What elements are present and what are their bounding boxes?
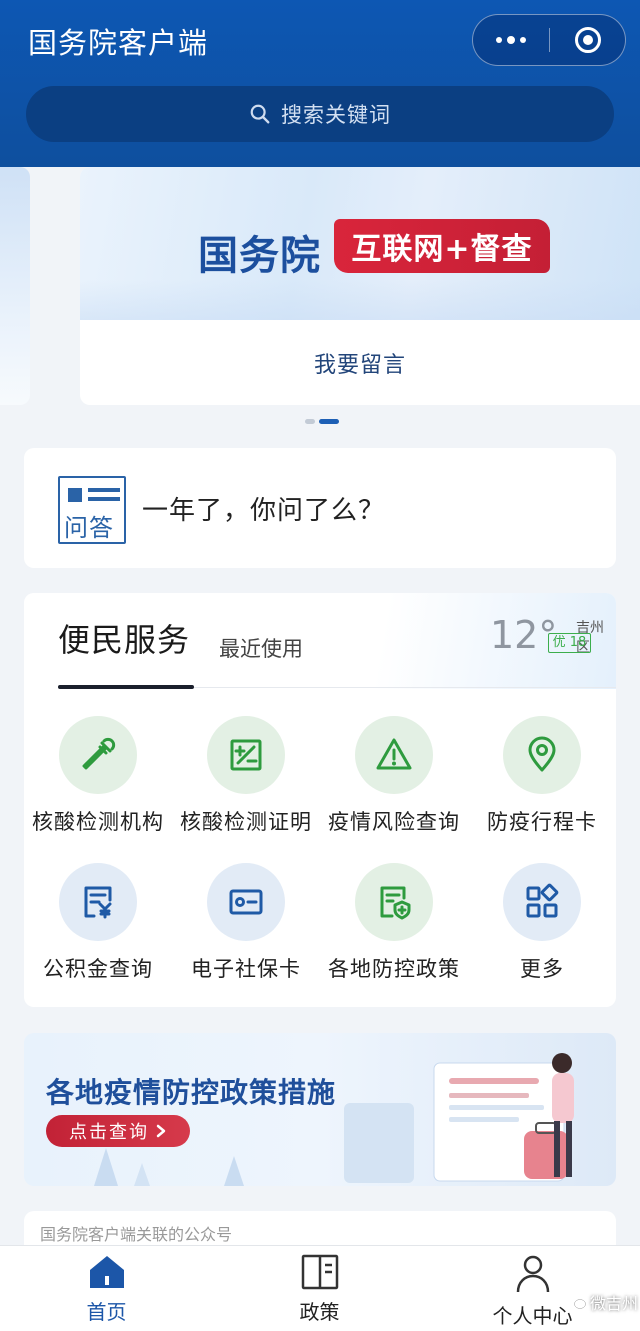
carousel-dot[interactable] [305,419,315,424]
banner-image: 国务院 互联网+督查 [80,167,640,320]
book-icon [301,1254,338,1290]
linked-accounts-title: 国务院客户端关联的公众号 [40,1225,233,1244]
leave-message-link[interactable]: 我要留言 [80,320,640,405]
service-label: 核酸检测机构 [32,810,164,834]
policy-measures-banner[interactable]: 各地疫情防控政策措施 点击查询 [24,1033,616,1186]
query-button[interactable]: 点击查询 [46,1115,190,1147]
carousel-banner-slide[interactable]: 国务院 互联网+督查 我要留言 [80,167,640,405]
watermark: 微吉州 [566,1290,638,1314]
nav-policy[interactable]: 政策 [213,1246,426,1331]
chevron-right-icon [156,1124,166,1138]
service-label: 电子社保卡 [191,957,301,981]
warning-icon [355,716,433,794]
search-placeholder: 搜索关键词 [281,103,391,127]
banner-illustration [344,1053,574,1183]
service-label: 疫情风险查询 [328,810,460,834]
qa-icon: 问答 [58,476,126,544]
service-label: 各地防控政策 [328,957,460,981]
grid-more-icon [503,863,581,941]
close-mini-program-button[interactable] [550,15,626,65]
mini-program-capsule [472,14,626,66]
carousel-dot-active[interactable] [319,419,339,424]
service-label: 核酸检测证明 [180,810,312,834]
location-pin-icon [503,716,581,794]
active-tab-indicator [58,685,194,689]
wechat-icon [567,1295,586,1309]
app-title: 国务院客户端 [28,26,209,60]
banner-main-text: 国务院 [198,233,321,279]
nav-home-label: 首页 [86,1300,127,1324]
services-card: 便民服务 最近使用 12° 吉州区 优 18 核酸检测机构 核酸检测证明 疫情风… [24,593,616,1007]
service-nucleic-test-institutions[interactable]: 核酸检测机构 [24,716,172,841]
certificate-icon [207,716,285,794]
target-circle-icon [575,27,601,53]
nav-profile[interactable]: 个人中心 [426,1246,639,1331]
qa-card[interactable]: 问答 一年了，你问了么？ [24,448,616,568]
service-more[interactable]: 更多 [468,863,616,988]
service-label: 防疫行程卡 [487,810,597,834]
banner-tag: 互联网+督查 [334,219,550,273]
carousel-indicator [305,419,341,425]
more-menu-button[interactable] [473,15,549,65]
policy-banner-title: 各地疫情防控政策措施 [46,1076,337,1109]
query-button-label: 点击查询 [69,1122,149,1143]
nav-home[interactable]: 首页 [0,1246,213,1331]
nav-profile-label: 个人中心 [492,1304,573,1328]
id-card-icon [207,863,285,941]
app-header: 国务院客户端 搜索关键词 [0,0,640,167]
tab-recently-used[interactable]: 最近使用 [219,633,303,663]
watermark-text: 微吉州 [590,1294,639,1313]
air-quality-badge: 优 18 [548,633,591,653]
carousel-previous-slide[interactable] [0,167,30,405]
service-epidemic-risk-query[interactable]: 疫情风险查询 [320,716,468,841]
service-local-prevention-policies[interactable]: 各地防控政策 [320,863,468,988]
service-label: 公积金查询 [43,957,153,981]
service-nucleic-test-certificate[interactable]: 核酸检测证明 [172,716,320,841]
search-bar[interactable]: 搜索关键词 [26,86,614,142]
shield-document-icon [355,863,433,941]
service-e-social-security-card[interactable]: 电子社保卡 [172,863,320,988]
user-icon [516,1255,549,1293]
tab-convenience-services[interactable]: 便民服务 [58,615,190,661]
service-housing-fund-query[interactable]: 公积金查询 [24,863,172,988]
qa-prompt: 一年了，你问了么？ [142,496,386,526]
home-icon [89,1256,124,1288]
search-icon [250,104,270,124]
fund-document-icon [59,863,137,941]
bottom-navigation: 首页 政策 个人中心 [0,1245,640,1331]
service-travel-card[interactable]: 防疫行程卡 [468,716,616,841]
dropper-icon [59,716,137,794]
service-label: 更多 [520,957,564,981]
nav-policy-label: 政策 [299,1300,340,1324]
qa-icon-label: 问答 [64,514,114,542]
